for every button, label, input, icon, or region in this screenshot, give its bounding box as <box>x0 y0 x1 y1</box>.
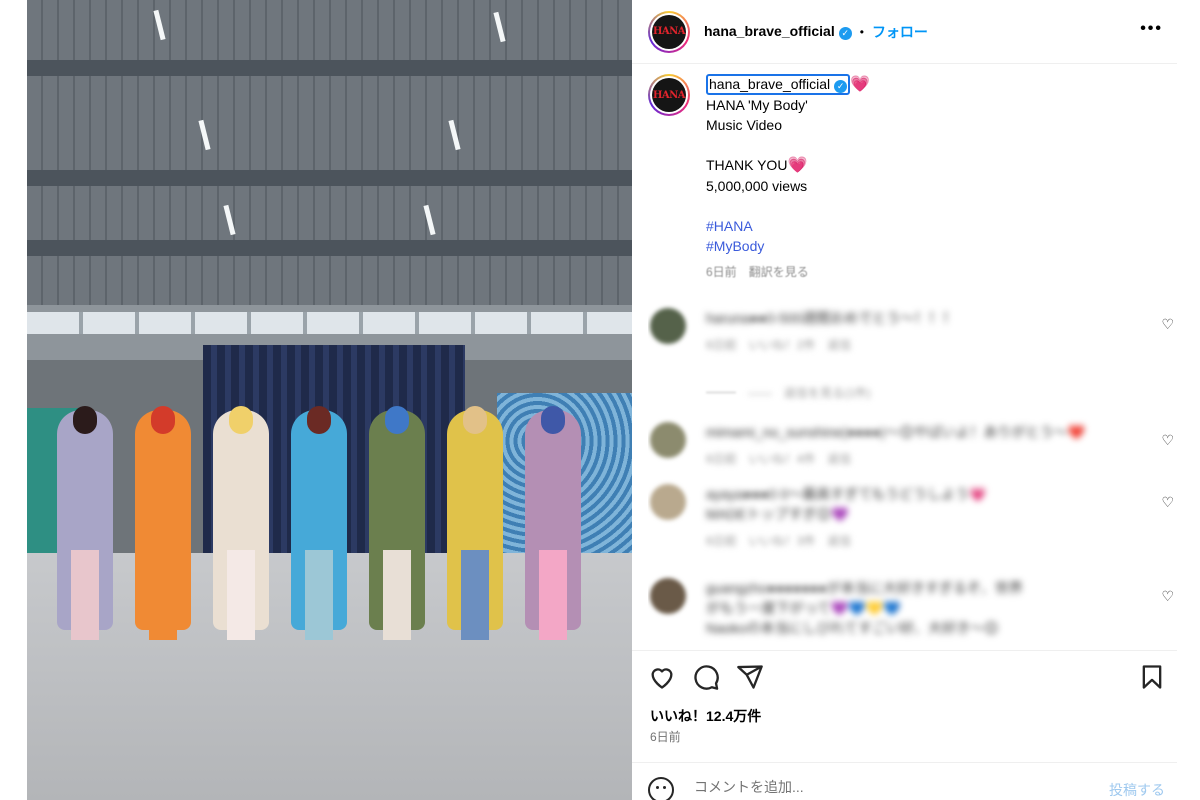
pink-heart-emoji: 💗 <box>850 76 871 93</box>
add-comment-bar: 投稿する <box>632 762 1177 800</box>
comment-like-icon[interactable]: ♡ <box>1161 494 1174 511</box>
group-member <box>369 406 425 640</box>
action-bar <box>632 650 1177 700</box>
comment-bubble-icon[interactable] <box>692 663 720 691</box>
member-legs <box>461 550 489 640</box>
comment-like-icon[interactable]: ♡ <box>1161 432 1174 449</box>
save-bookmark-icon[interactable] <box>1138 663 1166 691</box>
view-replies[interactable]: —— 返信を見る(1件) <box>648 370 1178 414</box>
caption-avatar[interactable]: HANA <box>648 74 690 116</box>
caption-username[interactable]: hana_brave_official ✓ <box>706 74 851 95</box>
photo-window-band <box>27 312 632 334</box>
comment-text: ayaya●●●0 0〜最高すぎてもうどうしよう💗 MADEトップすぎ😊💜 <box>706 486 987 522</box>
member-head <box>307 406 331 434</box>
verified-icon: ✓ <box>838 27 852 40</box>
member-head <box>463 406 487 434</box>
verified-icon: ✓ <box>834 80 848 93</box>
member-legs <box>539 550 567 640</box>
comment-avatar[interactable] <box>650 578 686 614</box>
emoji-smile-icon[interactable] <box>648 777 674 800</box>
view-replies-label: —— 返信を見る(1件) <box>748 386 871 400</box>
member-legs <box>227 550 255 640</box>
caption-line: THANK YOU💗 <box>706 157 808 174</box>
caption-time: 6日前 <box>706 265 737 279</box>
member-legs <box>383 550 411 640</box>
comment-input[interactable] <box>694 779 1074 795</box>
like-count[interactable]: いいね！12.4万件 <box>650 706 761 726</box>
member-head <box>229 406 253 434</box>
comment-item: mimami_no_sunshine(●●●●)〜😊やばいよ！ありがとう〜❤️ … <box>648 414 1178 476</box>
caption-line: 5,000,000 views <box>706 178 808 194</box>
photo-ceiling <box>27 0 632 310</box>
hashtag-link[interactable]: #HANA <box>706 216 870 236</box>
comment-meta: 6日前 いいね！3件 返信 <box>706 534 852 548</box>
avatar-logo: HANA <box>652 78 686 112</box>
separator-dot: • <box>859 24 864 39</box>
member-legs <box>71 550 99 640</box>
comment-list: haruna●●0-500週間おめでとう〜！！！ 6日前 いいね！2件 返信 ♡… <box>648 300 1178 650</box>
caption-line <box>706 196 870 216</box>
group-member <box>291 406 347 640</box>
post-sidebar: HANA hana_brave_official ✓ • フォロー ••• HAN… <box>632 0 1200 800</box>
comment-meta: 6日前 いいね！2件 返信 <box>706 338 852 352</box>
avatar[interactable]: HANA <box>648 10 690 53</box>
comment-item: ayaya●●●0 0〜最高すぎてもうどうしよう💗 MADEトップすぎ😊💜 6日前… <box>648 476 1178 570</box>
group-member <box>57 406 113 640</box>
caption-line: Music Video <box>706 117 783 133</box>
comment-item: guangzho●●●●●●●が本当に大好きすぎるぞ、世界 がもう一度下がって💜💙… <box>648 570 1178 650</box>
member-head <box>541 406 565 434</box>
like-heart-icon[interactable] <box>648 663 676 691</box>
comment-like-icon[interactable]: ♡ <box>1161 588 1174 605</box>
member-head <box>73 406 97 434</box>
caption-line <box>706 135 870 155</box>
photo-beam <box>27 60 632 76</box>
post-header: HANA hana_brave_official ✓ • フォロー ••• <box>632 0 1177 64</box>
member-legs <box>149 550 177 640</box>
member-head <box>151 406 175 434</box>
group-member <box>213 406 269 640</box>
member-head <box>385 406 409 434</box>
post-date: 6日前 <box>650 730 681 744</box>
follow-button[interactable]: フォロー <box>872 22 928 42</box>
post-caption: HANA hana_brave_official ✓ 💗 HANA 'My Body… <box>648 74 1168 282</box>
post-comment-button[interactable]: 投稿する <box>1109 780 1165 800</box>
photo-beam <box>27 170 632 186</box>
caption-meta: 6日前 翻訳を見る <box>706 262 870 282</box>
photo-beam <box>27 240 632 256</box>
member-legs <box>305 550 333 640</box>
header-username[interactable]: hana_brave_official ✓ <box>704 23 852 40</box>
group-member <box>525 406 581 640</box>
hashtag-link[interactable]: #MyBody <box>706 236 870 256</box>
pink-heart-emoji: 💗 <box>787 157 808 174</box>
share-send-icon[interactable] <box>736 663 764 691</box>
comment-text: mimami_no_sunshine(●●●●)〜😊やばいよ！ありがとう〜❤️ <box>706 424 1086 440</box>
group-member <box>135 406 191 640</box>
post-photo[interactable] <box>27 0 632 800</box>
group-member <box>447 406 503 640</box>
comment-avatar[interactable] <box>650 308 686 344</box>
more-options-icon[interactable]: ••• <box>1140 20 1163 38</box>
comment-avatar[interactable] <box>650 484 686 520</box>
comment-meta: 6日前 いいね！4件 返信 <box>706 452 852 466</box>
comment-avatar[interactable] <box>650 422 686 458</box>
comment-like-icon[interactable]: ♡ <box>1161 316 1174 333</box>
comment-item: haruna●●0-500週間おめでとう〜！！！ 6日前 いいね！2件 返信 ♡ <box>648 300 1178 370</box>
avatar-logo: HANA <box>652 14 686 49</box>
comment-text: haruna●●0-500週間おめでとう〜！！！ <box>706 310 957 326</box>
caption-line: HANA 'My Body' <box>706 97 808 113</box>
reply-line <box>706 392 736 393</box>
translate-link[interactable]: 翻訳を見る <box>749 265 809 279</box>
comment-text: guangzho●●●●●●●が本当に大好きすぎるぞ、世界 がもう一度下がって💜💙… <box>706 580 1023 636</box>
